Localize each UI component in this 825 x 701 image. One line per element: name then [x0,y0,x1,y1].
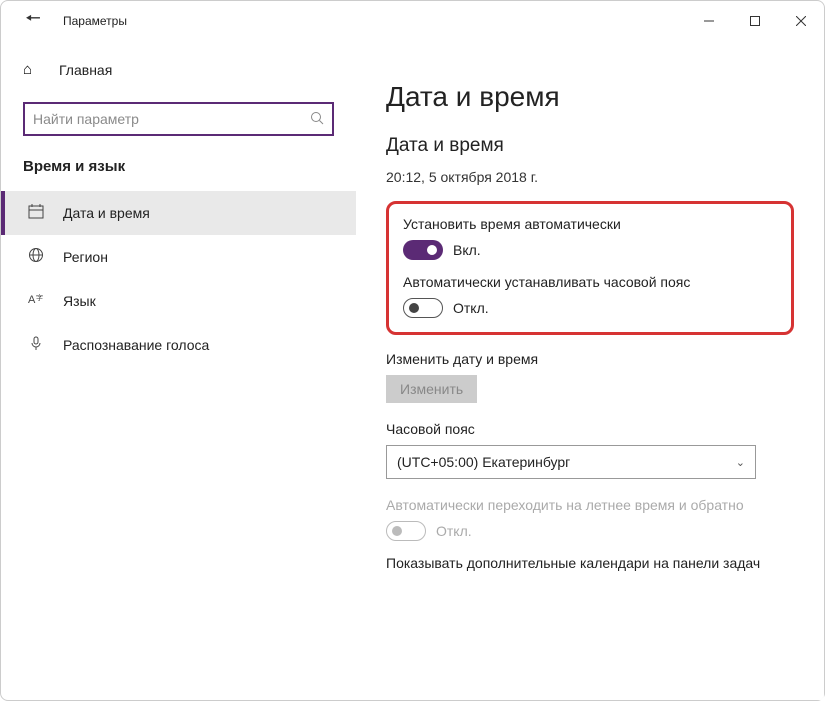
svg-text:A: A [28,294,36,306]
window-title: Параметры [63,14,127,28]
page-title: Дата и время [386,81,794,113]
auto-tz-state: Откл. [453,300,489,316]
sidebar: ⌂ Главная Время и язык Дата и время [1,41,356,700]
maximize-icon [750,16,760,26]
sidebar-item-datetime[interactable]: Дата и время [1,191,356,235]
svg-text:字: 字 [36,293,43,302]
main-content: Дата и время Дата и время 20:12, 5 октяб… [356,41,824,700]
auto-time-state: Вкл. [453,242,481,258]
sidebar-item-label: Язык [63,293,96,309]
home-icon: ⌂ [23,61,41,78]
minimize-button[interactable] [686,5,732,37]
close-icon [796,16,806,26]
category-label: Время и язык [1,142,356,183]
sidebar-item-label: Дата и время [63,205,150,221]
search-icon [310,111,324,128]
minimize-icon [704,16,714,26]
close-button[interactable] [778,5,824,37]
timezone-value: (UTC+05:00) Екатеринбург [397,454,570,470]
auto-time-toggle[interactable] [403,240,443,260]
timezone-label: Часовой пояс [386,421,794,437]
calendar-icon [27,203,45,223]
dst-state: Откл. [436,523,472,539]
sidebar-item-label: Регион [63,249,108,265]
search-input[interactable] [33,111,310,127]
sidebar-item-label: Распознавание голоса [63,337,209,353]
globe-icon [27,247,45,267]
search-box[interactable] [23,102,334,136]
home-link[interactable]: ⌂ Главная [1,51,356,88]
titlebar: 🠔 Параметры [1,1,824,41]
sidebar-item-region[interactable]: Регион [1,235,356,279]
section-subtitle: Дата и время [386,135,794,157]
microphone-icon [27,335,45,355]
sidebar-item-language[interactable]: A字 Язык [1,279,356,323]
extra-cal-label: Показывать дополнительные календари на п… [386,555,794,571]
language-icon: A字 [27,291,45,311]
auto-tz-label: Автоматически устанавливать часовой пояс [403,274,777,290]
current-datetime: 20:12, 5 октября 2018 г. [386,169,794,185]
dst-toggle [386,521,426,541]
change-button: Изменить [386,375,477,403]
back-button[interactable]: 🠔 [21,9,45,33]
change-dt-label: Изменить дату и время [386,351,794,367]
sidebar-item-speech[interactable]: Распознавание голоса [1,323,356,367]
dst-label: Автоматически переходить на летнее время… [386,497,794,513]
auto-tz-toggle[interactable] [403,298,443,318]
timezone-select[interactable]: (UTC+05:00) Екатеринбург ⌄ [386,445,756,479]
maximize-button[interactable] [732,5,778,37]
auto-time-label: Установить время автоматически [403,216,777,232]
home-label: Главная [59,62,112,78]
chevron-down-icon: ⌄ [736,456,745,469]
highlighted-settings: Установить время автоматически Вкл. Авто… [386,201,794,335]
